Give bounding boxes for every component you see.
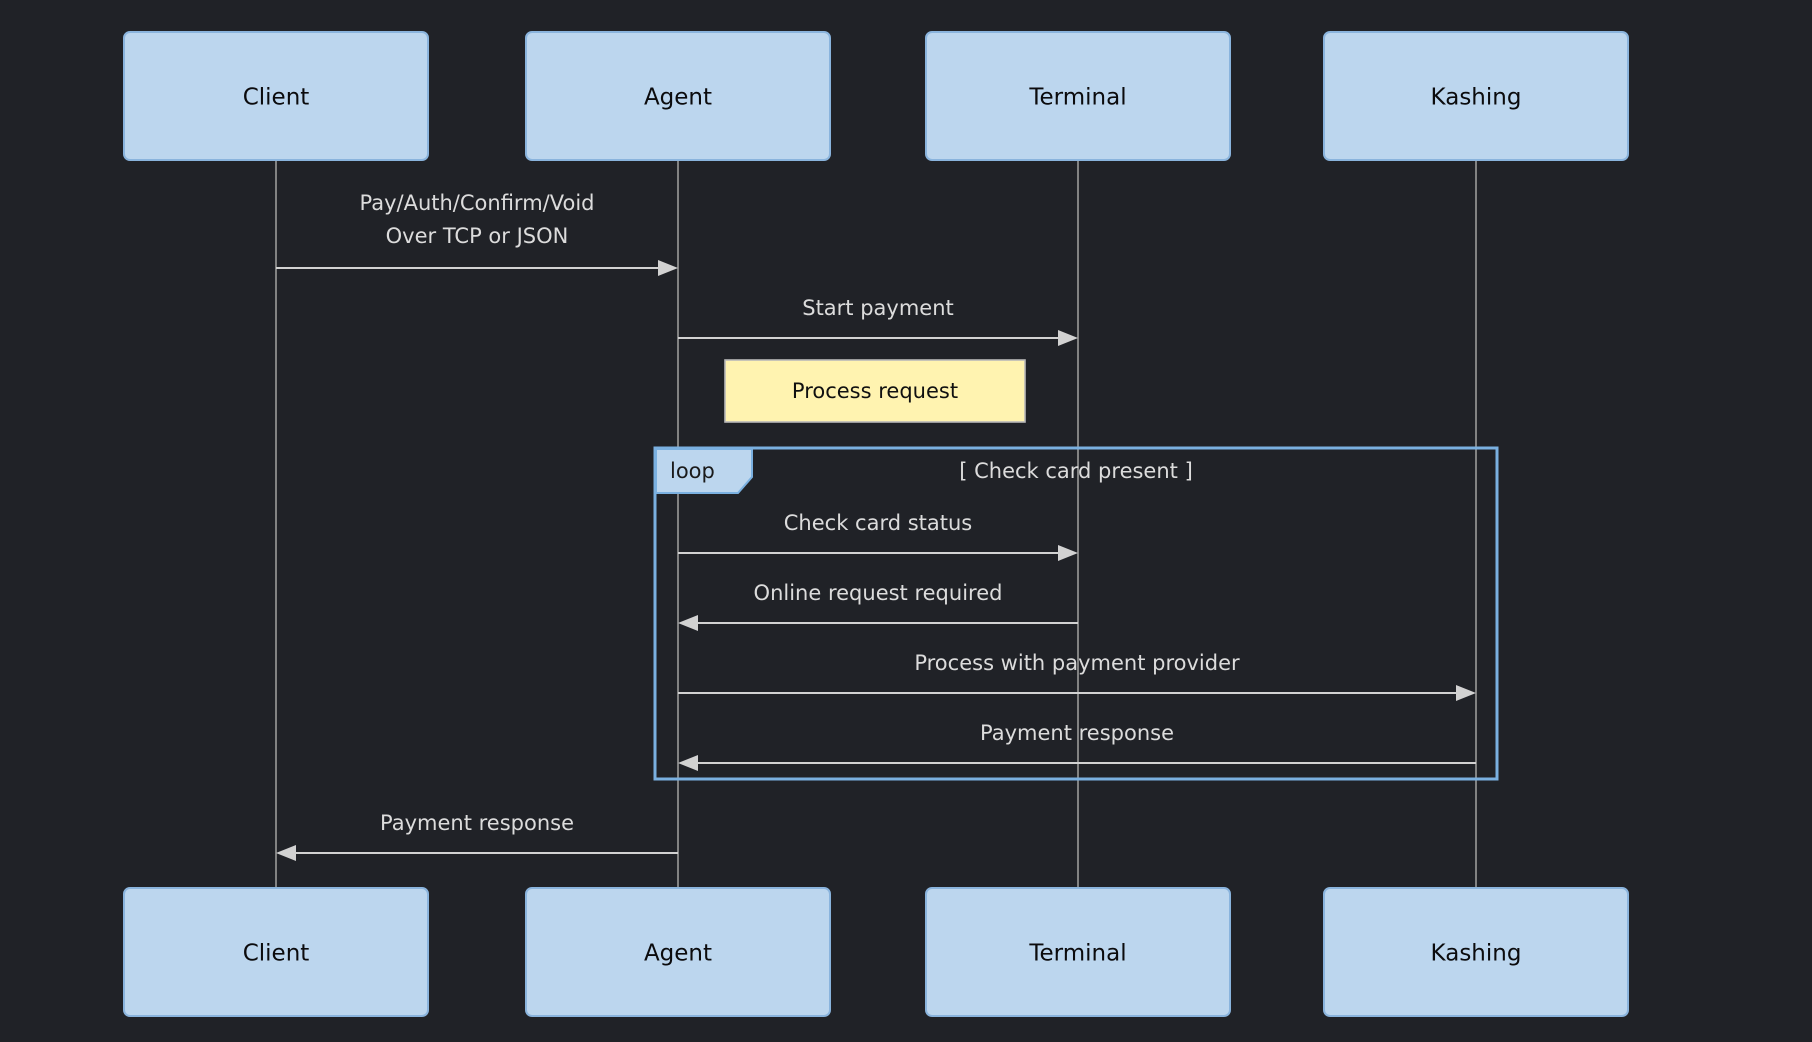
message-label-line1: Pay/Auth/Confirm/Void: [360, 191, 595, 215]
message-payment-response-client: Payment response: [276, 811, 678, 861]
participant-label: Agent: [644, 941, 712, 967]
message-payment-response-kashing: Payment response: [678, 721, 1476, 771]
participant-label: Client: [243, 85, 310, 111]
participant-terminal-bottom[interactable]: Terminal: [925, 887, 1231, 1017]
participant-client-top[interactable]: Client: [123, 31, 429, 161]
message-label-line1: Check card status: [784, 511, 973, 535]
message-check-card-status: Check card status: [678, 511, 1078, 561]
arrowhead-right: [658, 260, 678, 276]
participants-bottom: Client Agent Terminal Kashing: [123, 887, 1629, 1017]
message-label-line1: Online request required: [754, 581, 1003, 605]
arrowhead-right: [1058, 545, 1078, 561]
participant-label: Terminal: [1028, 85, 1126, 111]
loop-condition-label: [ Check card present ]: [959, 459, 1193, 483]
participant-client-bottom[interactable]: Client: [123, 887, 429, 1017]
participant-kashing-top[interactable]: Kashing: [1323, 31, 1629, 161]
participant-agent-top[interactable]: Agent: [525, 31, 831, 161]
participant-label: Client: [243, 941, 310, 967]
arrowhead-right: [1456, 685, 1476, 701]
message-label-line2: Over TCP or JSON: [386, 224, 569, 248]
participant-terminal-top[interactable]: Terminal: [925, 31, 1231, 161]
note-label: Process request: [792, 379, 958, 403]
participant-kashing-bottom[interactable]: Kashing: [1323, 887, 1629, 1017]
participant-agent-bottom[interactable]: Agent: [525, 887, 831, 1017]
participants-top: Client Agent Terminal Kashing: [123, 31, 1629, 161]
message-online-request-required: Online request required: [678, 581, 1078, 631]
message-start-payment: Start payment: [678, 296, 1078, 346]
sequence-diagram-svg: loop [ Check card present ] Pay/Auth/Con…: [123, 31, 1629, 1017]
arrowhead-left: [678, 755, 698, 771]
loop-kind-label: loop: [670, 459, 715, 483]
arrowhead-left: [678, 615, 698, 631]
message-label-line1: Payment response: [980, 721, 1174, 745]
arrowhead-right: [1058, 330, 1078, 346]
arrowhead-left: [276, 845, 296, 861]
note-process-request: Process request: [724, 359, 1026, 423]
message-label-line1: Payment response: [380, 811, 574, 835]
participant-label: Kashing: [1431, 85, 1522, 111]
sequence-diagram-canvas: loop [ Check card present ] Pay/Auth/Con…: [0, 0, 1812, 1042]
message-pay-auth-confirm-void: Pay/Auth/Confirm/Void Over TCP or JSON: [276, 191, 678, 276]
participant-label: Agent: [644, 85, 712, 111]
participant-label: Kashing: [1431, 941, 1522, 967]
message-label-line1: Start payment: [802, 296, 954, 320]
participant-label: Terminal: [1028, 941, 1126, 967]
message-process-with-payment-provider: Process with payment provider: [678, 651, 1476, 701]
message-label-line1: Process with payment provider: [914, 651, 1240, 675]
